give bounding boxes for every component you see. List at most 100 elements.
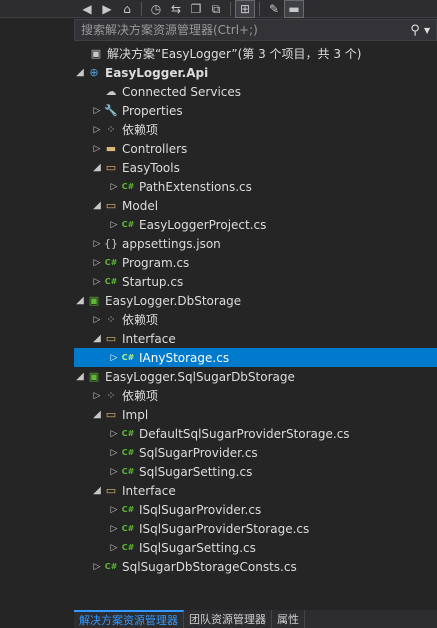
tree-row-label: 依赖项 — [122, 389, 159, 403]
connected-services-icon: ☁ — [105, 85, 117, 98]
web-project-icon: ⊕ — [89, 66, 99, 79]
home-icon[interactable]: ⌂ — [118, 1, 136, 17]
csharp-icon: C# — [121, 448, 135, 457]
expand-arrow-icon[interactable]: ◢ — [91, 158, 103, 177]
collapse-arrow-icon[interactable]: ▷ — [91, 120, 103, 139]
collapse-arrow-icon[interactable]: ▷ — [108, 538, 120, 557]
tree-row[interactable]: ◢ ▭ Interface — [74, 329, 437, 348]
tree-row-selected[interactable]: ▷ C# IAnyStorage.cs — [74, 348, 437, 367]
tree-row-label: Interface — [122, 331, 176, 346]
tree-row-label: EasyLogger.Api — [105, 65, 209, 80]
expand-arrow-icon[interactable]: ◢ — [74, 367, 86, 386]
tree-row[interactable]: ▷ ⁘ 依赖项 — [74, 310, 437, 329]
tree-row[interactable]: ☁ Connected Services — [74, 82, 437, 101]
tree-row[interactable]: ◢ ▣ EasyLogger.SqlSugarDbStorage — [74, 367, 437, 386]
tree-row[interactable]: ▷ C# SqlSugarSetting.cs — [74, 462, 437, 481]
csharp-project-icon: ▣ — [88, 370, 100, 383]
tree-row[interactable]: ▷ C# SqlSugarDbStorageConsts.cs — [74, 557, 437, 576]
csharp-icon: C# — [121, 182, 135, 191]
search-input[interactable] — [75, 22, 406, 38]
expand-arrow-icon[interactable]: ◢ — [91, 405, 103, 424]
tree-row-label: Program.cs — [122, 255, 190, 270]
solution-icon: ▣ — [90, 47, 102, 60]
collapse-arrow-icon[interactable]: ▷ — [108, 215, 120, 234]
tree-row-label: ISqlSugarProviderStorage.cs — [139, 521, 310, 536]
tree-row-label: Interface — [122, 483, 176, 498]
tree-row-label: appsettings.json — [122, 236, 221, 251]
expand-arrow-icon[interactable]: ◢ — [74, 63, 86, 82]
files-icon[interactable]: ⧉ — [207, 1, 225, 17]
collapse-arrow-icon[interactable]: ▷ — [91, 557, 103, 576]
collapse-arrow-icon[interactable]: ▷ — [108, 519, 120, 538]
tree-row[interactable]: ◢ ▭ Interface — [74, 481, 437, 500]
json-icon: {} — [104, 237, 118, 250]
view-icon[interactable]: ⊞ — [235, 0, 255, 18]
csharp-icon: C# — [121, 505, 135, 514]
tree-row[interactable]: ▷{} appsettings.json — [74, 234, 437, 253]
back-icon[interactable]: ◀ — [78, 1, 96, 17]
csharp-icon: C# — [121, 220, 135, 229]
csharp-icon: C# — [104, 258, 118, 267]
tree-row-label: ISqlSugarProvider.cs — [139, 502, 262, 517]
collapse-arrow-icon[interactable]: ▷ — [91, 139, 103, 158]
expand-arrow-icon[interactable]: ◢ — [91, 196, 103, 215]
search-icon[interactable]: ⚲ — [406, 23, 424, 38]
tree-row[interactable]: ▷ ⁘ 依赖项 — [74, 386, 437, 405]
tree-row[interactable]: ▷ C# ISqlSugarSetting.cs — [74, 538, 437, 557]
tree-row-label: Impl — [122, 407, 149, 422]
tree-row[interactable]: ◢ ▭ Impl — [74, 405, 437, 424]
bottom-tab-strip: 解决方案资源管理器 团队资源管理器 属性 — [74, 610, 437, 628]
collapse-arrow-icon[interactable]: ▷ — [108, 500, 120, 519]
collapse-arrow-icon[interactable]: ▷ — [91, 234, 103, 253]
expand-arrow-icon[interactable]: ◢ — [91, 329, 103, 348]
collapse-arrow-icon[interactable]: ▷ — [91, 101, 103, 120]
tree-row[interactable]: ▷ ⁘ 依赖项 — [74, 120, 437, 139]
collapse-arrow-icon[interactable]: ▷ — [108, 348, 120, 367]
bottom-tab[interactable]: 属性 — [272, 610, 305, 628]
tree-row-label: Controllers — [122, 141, 188, 156]
tree-row[interactable]: ▣ 解决方案“EasyLogger”(第 3 个项目，共 3 个) — [74, 44, 437, 63]
tree-row[interactable]: ▷ C# Startup.cs — [74, 272, 437, 291]
bottom-tab[interactable]: 团队资源管理器 — [184, 610, 272, 628]
tree-row-label: EasyLogger.DbStorage — [105, 293, 242, 308]
tree-row[interactable]: ◢ ▣ EasyLogger.DbStorage — [74, 291, 437, 310]
tree-row[interactable]: ▷ C# PathExtenstions.cs — [74, 177, 437, 196]
folder-icon: ▬ — [105, 142, 117, 155]
collapse-arrow-icon[interactable]: ▷ — [108, 443, 120, 462]
preview-icon[interactable]: ▬ — [284, 0, 304, 18]
tree-row[interactable]: ▷ ▬ Controllers — [74, 139, 437, 158]
csharp-icon: C# — [121, 524, 135, 533]
properties-icon[interactable]: ✎ — [265, 1, 283, 17]
collapse-arrow-icon[interactable]: ▷ — [91, 272, 103, 291]
folder-open-icon: ▭ — [105, 161, 117, 174]
tree-row[interactable]: ▷ C# SqlSugarProvider.cs — [74, 443, 437, 462]
collapse-arrow-icon[interactable]: ▷ — [108, 462, 120, 481]
sync-icon[interactable]: ⇆ — [167, 1, 185, 17]
bottom-tab[interactable]: 解决方案资源管理器 — [74, 610, 184, 628]
dependencies-icon: ⁘ — [106, 389, 116, 402]
tree-row[interactable]: ▷ C# Program.cs — [74, 253, 437, 272]
tree-row-label: ISqlSugarSetting.cs — [139, 540, 256, 555]
collapse-arrow-icon[interactable]: ▷ — [108, 424, 120, 443]
tree-row[interactable]: ▷ C# ISqlSugarProvider.cs — [74, 500, 437, 519]
collapse-arrow-icon[interactable]: ▷ — [91, 310, 103, 329]
collapse-arrow-icon[interactable]: ▷ — [108, 177, 120, 196]
expand-arrow-icon[interactable]: ◢ — [74, 291, 86, 310]
tree-row[interactable]: ▷ C# ISqlSugarProviderStorage.cs — [74, 519, 437, 538]
history-icon[interactable]: ◷ — [147, 1, 165, 17]
tree-row[interactable]: ▷ C# DefaultSqlSugarProviderStorage.cs — [74, 424, 437, 443]
tree-row[interactable]: ▷ C# EasyLoggerProject.cs — [74, 215, 437, 234]
expand-arrow-icon[interactable]: ◢ — [91, 481, 103, 500]
collapse-arrow-icon[interactable]: ▷ — [91, 386, 103, 405]
chevron-down-icon[interactable]: ▼ — [424, 26, 436, 35]
tree-row[interactable]: ◢ ⊕ EasyLogger.Api — [74, 63, 437, 82]
collapse-arrow-icon[interactable]: ▷ — [91, 253, 103, 272]
forward-icon[interactable]: ▶ — [98, 1, 116, 17]
tree-row-label: Connected Services — [122, 84, 242, 99]
tree-row[interactable]: ▷ 🔧 Properties — [74, 101, 437, 120]
collapse-icon[interactable]: ❐ — [187, 1, 205, 17]
tree-row[interactable]: ◢ ▭ Model — [74, 196, 437, 215]
tree-row[interactable]: ◢ ▭ EasyTools — [74, 158, 437, 177]
